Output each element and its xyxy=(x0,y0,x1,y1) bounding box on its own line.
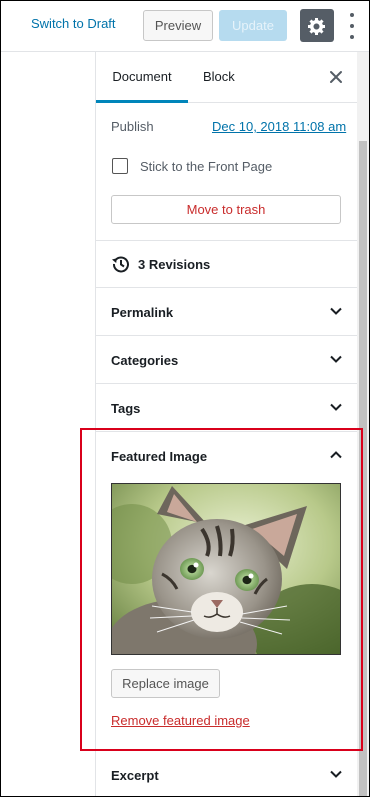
editor-window: Switch to Draft Preview Update Document … xyxy=(0,0,370,797)
chevron-up-icon[interactable] xyxy=(328,447,344,463)
chevron-down-icon[interactable] xyxy=(328,351,344,367)
close-icon[interactable] xyxy=(328,69,344,85)
remove-featured-image-link[interactable]: Remove featured image xyxy=(111,713,250,728)
update-button[interactable]: Update xyxy=(219,10,287,41)
panel-title-featured-image[interactable]: Featured Image xyxy=(111,449,207,464)
editor-canvas[interactable] xyxy=(1,52,96,796)
sticky-checkbox[interactable] xyxy=(112,158,128,174)
kitten-photo xyxy=(112,484,340,654)
chevron-down-icon[interactable] xyxy=(328,766,344,782)
switch-to-draft-link[interactable]: Switch to Draft xyxy=(31,16,116,31)
gear-icon xyxy=(308,17,325,35)
editor-toolbar: Switch to Draft Preview Update xyxy=(1,1,369,52)
settings-button[interactable] xyxy=(300,9,334,42)
replace-image-button[interactable]: Replace image xyxy=(111,669,220,698)
tags-panel[interactable]: Tags xyxy=(96,384,357,432)
panel-title-excerpt: Excerpt xyxy=(111,768,159,783)
sidebar-tabs: Document Block xyxy=(96,52,357,103)
revisions-panel[interactable]: 3 Revisions xyxy=(96,240,357,288)
history-icon xyxy=(112,256,129,273)
excerpt-panel[interactable]: Excerpt xyxy=(96,751,357,796)
sticky-label[interactable]: Stick to the Front Page xyxy=(140,159,272,174)
tab-document[interactable]: Document xyxy=(96,52,188,103)
chevron-down-icon[interactable] xyxy=(328,399,344,415)
featured-image-preview[interactable] xyxy=(111,483,341,655)
tab-block[interactable]: Block xyxy=(203,52,235,102)
preview-button[interactable]: Preview xyxy=(143,10,213,41)
categories-panel[interactable]: Categories xyxy=(96,336,357,384)
panel-title-categories: Categories xyxy=(111,353,179,368)
chevron-down-icon[interactable] xyxy=(328,303,344,319)
panel-title-tags: Tags xyxy=(111,401,141,416)
revisions-label[interactable]: 3 Revisions xyxy=(138,257,210,272)
publish-date-link[interactable]: Dec 10, 2018 11:08 am xyxy=(212,119,346,134)
status-panel: Publish Dec 10, 2018 11:08 am Stick to t… xyxy=(96,103,357,241)
panel-title-permalink: Permalink xyxy=(111,305,174,320)
move-to-trash-button[interactable]: Move to trash xyxy=(111,195,341,224)
settings-sidebar: Document Block Publish Dec 10, 2018 11:0… xyxy=(96,52,357,796)
sidebar-scrollbar-thumb[interactable] xyxy=(359,141,367,796)
publish-label: Publish xyxy=(111,119,154,134)
featured-image-panel: Featured Image Replace image Remove feat… xyxy=(96,432,357,751)
more-options-button[interactable] xyxy=(344,13,360,39)
permalink-panel[interactable]: Permalink xyxy=(96,288,357,336)
more-vertical-icon xyxy=(350,13,354,17)
